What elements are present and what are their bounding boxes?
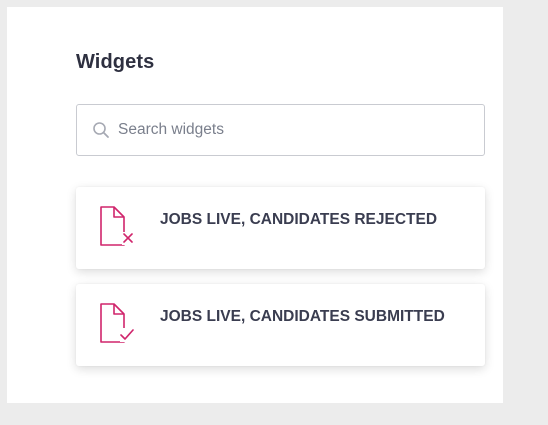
search-icon — [93, 122, 109, 138]
document-x-icon — [100, 206, 134, 246]
search-box[interactable] — [76, 104, 485, 156]
search-input[interactable] — [118, 105, 474, 155]
widget-label: JOBS LIVE, CANDIDATES SUBMITTED — [160, 308, 445, 325]
widget-card-jobs-live-candidates-rejected[interactable]: JOBS LIVE, CANDIDATES REJECTED — [76, 187, 485, 269]
widget-label: JOBS LIVE, CANDIDATES REJECTED — [160, 211, 438, 228]
panel-title: Widgets — [76, 51, 155, 73]
widgets-panel: Widgets JOBS LIVE, CANDIDATES REJECTED — [7, 7, 503, 403]
document-check-icon — [100, 303, 134, 343]
widget-list: JOBS LIVE, CANDIDATES REJECTED JOBS LIVE… — [76, 187, 485, 381]
widget-card-jobs-live-candidates-submitted[interactable]: JOBS LIVE, CANDIDATES SUBMITTED — [76, 284, 485, 366]
